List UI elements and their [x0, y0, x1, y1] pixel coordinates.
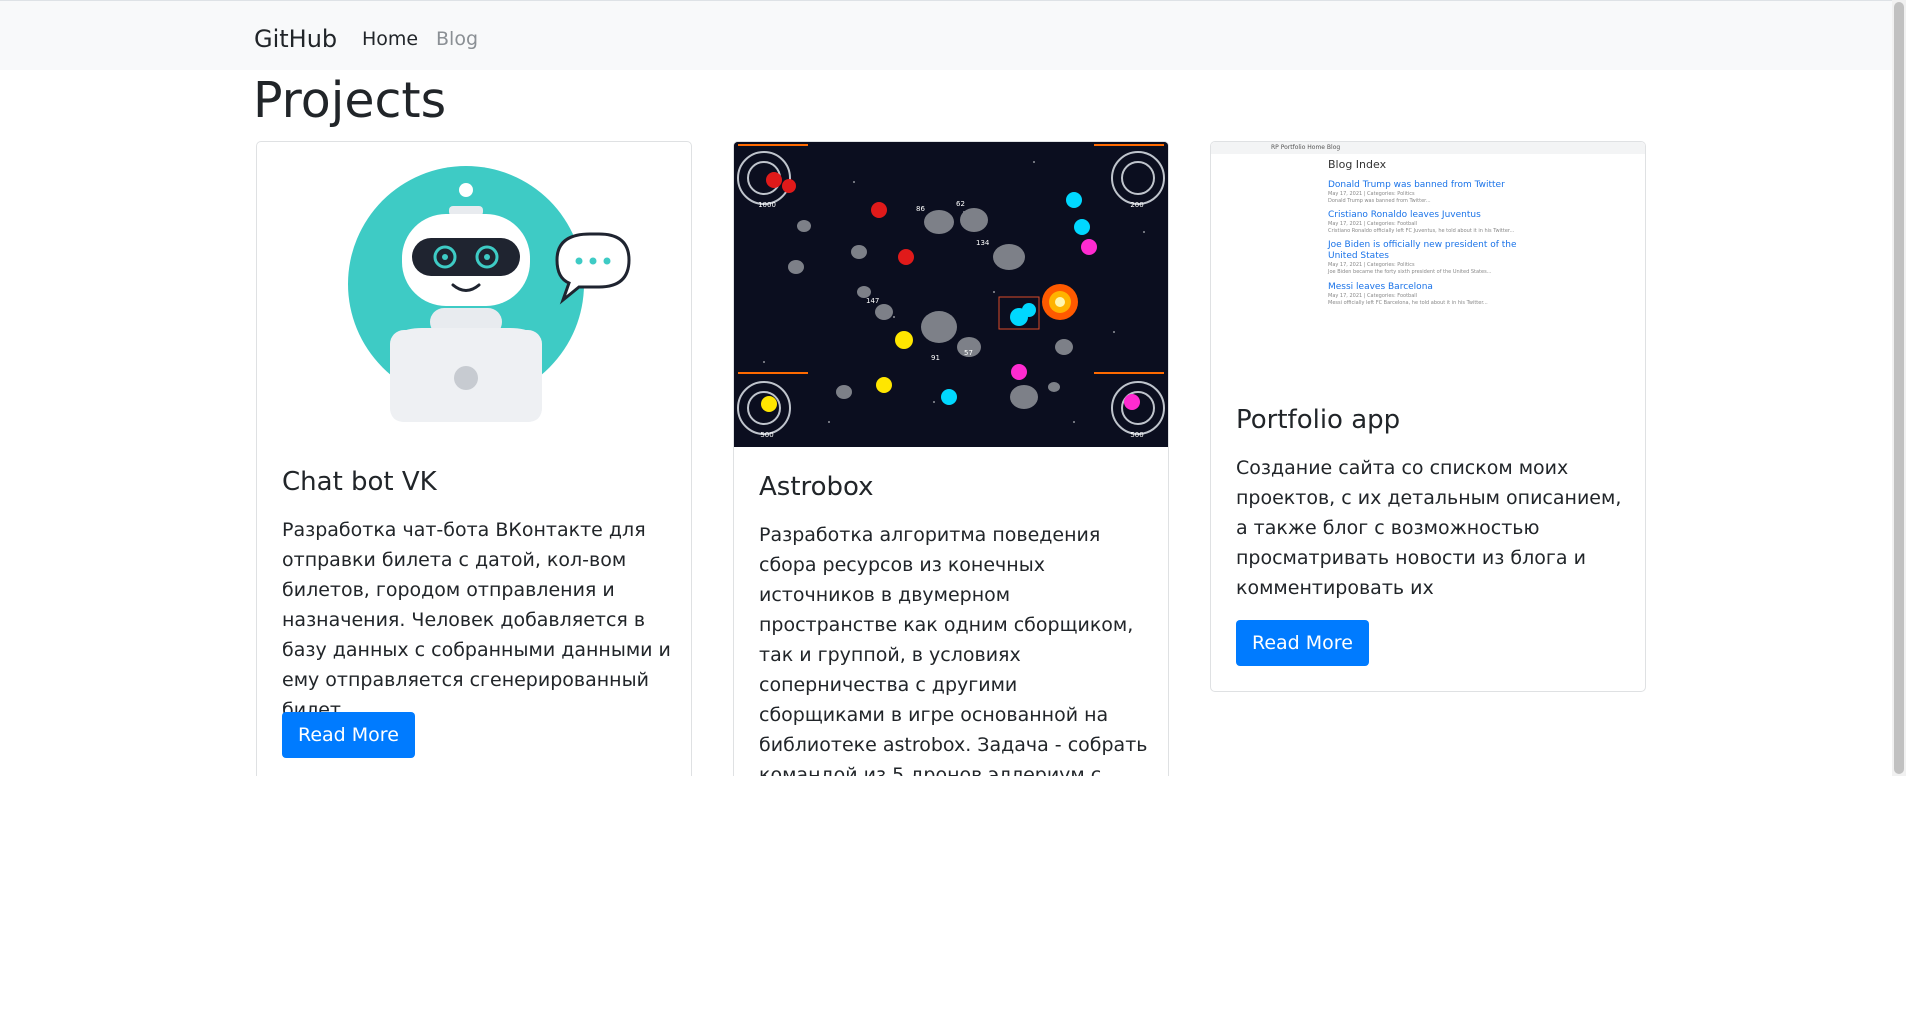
- card-title: Portfolio app: [1236, 405, 1401, 435]
- page: GitHub Home Blog Projects Chat bot VK Ра…: [0, 0, 1906, 776]
- base-score-label: 1000: [758, 201, 776, 209]
- read-more-button[interactable]: Read More: [1236, 620, 1369, 666]
- navbar-brand[interactable]: GitHub: [254, 25, 337, 53]
- astrobox-game-screenshot: 1000 200 500 500 62 86 134 147 91 57: [734, 142, 1168, 447]
- preview-title: Blog Index: [1328, 158, 1387, 171]
- preview-post: Messi leaves Barcelona May 17, 2021 | Ca…: [1328, 282, 1488, 306]
- asteroid-value-label: 57: [964, 349, 973, 357]
- preview-post: Cristiano Ronaldo leaves Juventus May 17…: [1328, 210, 1515, 234]
- project-card-portfolio: RP Portfolio Home Blog Blog Index Donald…: [1210, 141, 1646, 692]
- card-title: Chat bot VK: [282, 467, 437, 497]
- preview-navbar: RP Portfolio Home Blog: [1211, 142, 1645, 154]
- base-score-label: 500: [1130, 431, 1143, 439]
- project-card-chat-bot: Chat bot VK Разработка чат-бота ВКонтакт…: [256, 141, 692, 776]
- preview-post: Donald Trump was banned from Twitter May…: [1328, 180, 1505, 204]
- vertical-scrollbar[interactable]: [1892, 0, 1906, 776]
- card-text: Разработка алгоритма поведения сбора рес…: [759, 524, 1148, 776]
- navbar: GitHub Home Blog: [0, 0, 1906, 70]
- card-text: Разработка чат-бота ВКонтакте для отправ…: [282, 519, 671, 721]
- preview-post: Joe Biden is officially new president of…: [1328, 240, 1517, 275]
- asteroid-value-label: 62: [956, 200, 965, 208]
- portfolio-preview-screenshot: RP Portfolio Home Blog Blog Index Donald…: [1211, 142, 1645, 382]
- nav-link-blog[interactable]: Blog: [436, 28, 478, 50]
- asteroid-value-label: 134: [976, 239, 990, 247]
- asteroid-value-label: 91: [931, 354, 940, 362]
- page-title: Projects: [253, 72, 447, 129]
- asteroid-value-label: 86: [916, 205, 925, 213]
- base-score-label: 500: [760, 431, 773, 439]
- base-score-label: 200: [1130, 201, 1143, 209]
- scrollbar-thumb[interactable]: [1894, 2, 1904, 774]
- read-more-button[interactable]: Read More: [282, 712, 415, 758]
- chat-bot-illustration: [257, 142, 691, 442]
- nav-link-home[interactable]: Home: [362, 28, 418, 50]
- card-text: Создание сайта со списком моих проектов,…: [1236, 457, 1622, 599]
- project-card-astrobox: 1000 200 500 500 62 86 134 147 91 57 Ast…: [733, 141, 1169, 776]
- asteroid-value-label: 147: [866, 297, 879, 305]
- card-title: Astrobox: [759, 472, 874, 502]
